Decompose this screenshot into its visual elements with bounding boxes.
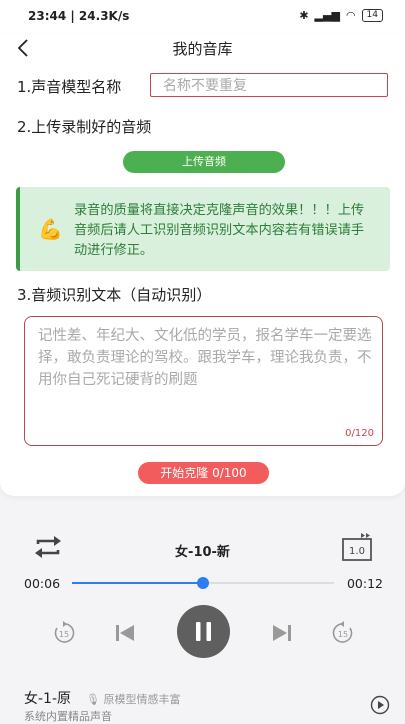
pause-icon: [196, 622, 211, 641]
speed-label: 1.0: [349, 546, 365, 557]
bluetooth-icon: ✱: [299, 9, 309, 22]
rewind-label: 15: [59, 630, 69, 639]
page-title: 我的音库: [172, 40, 233, 58]
progress-fill: [72, 582, 203, 584]
rewind-15-icon[interactable]: 15: [51, 620, 77, 646]
start-clone-button[interactable]: 开始克隆 0/100: [138, 462, 269, 484]
playback-speed-icon[interactable]: 1.0: [341, 532, 375, 562]
voice-item-tag-label: 原模型情感丰富: [103, 693, 181, 706]
microphone-icon: 🎙: [86, 693, 100, 706]
top-bar: 我的音库: [0, 34, 405, 64]
voice-item-tag: 🎙 原模型情感丰富: [86, 691, 180, 707]
next-icon[interactable]: [271, 623, 293, 643]
step2-label: 2.上传录制好的音频: [17, 118, 152, 136]
progress-thumb[interactable]: [197, 577, 209, 589]
status-bar: 23:44 | 24.3K/s ✱ ▂▄▆ ◠ 14: [0, 0, 405, 34]
system-icons: ✱ ▂▄▆ ◠ 14: [299, 9, 383, 22]
current-time: 00:06: [24, 576, 61, 591]
recognized-text-area[interactable]: 记性差、年纪大、文化低的学员，报名学车一定要选择，敢负责理论的驾校。跟我学车，理…: [24, 316, 383, 446]
battery-icon: 14: [361, 9, 383, 22]
wifi-icon: ◠: [345, 9, 356, 22]
voice-item-name[interactable]: 女-1-原: [24, 688, 71, 708]
quality-tip-box: 💪 录音的质量将直接决定克隆声音的效果！！！上传音频后请人工识别音频识别文本内容…: [16, 187, 390, 271]
pause-button[interactable]: [177, 605, 230, 658]
previous-icon[interactable]: [114, 623, 136, 643]
forward-15-icon[interactable]: 15: [330, 620, 356, 646]
voice-item-subtitle: 系统内置精品声音: [24, 710, 112, 723]
total-time: 00:12: [346, 576, 383, 591]
step3-label: 3.音频识别文本（自动识别）: [17, 286, 212, 304]
text-placeholder: 记性差、年纪大、文化低的学员，报名学车一定要选择，敢负责理论的驾校。跟我学车，理…: [38, 328, 372, 388]
voice-form-card: 我的音库 1.声音模型名称 名称不要重复 2.上传录制好的音频 上传音频 💪 录…: [0, 34, 405, 496]
play-preview-icon[interactable]: [370, 695, 390, 715]
step1-label: 1.声音模型名称: [17, 78, 122, 96]
forward-label: 15: [338, 630, 348, 639]
char-count: 0/120: [345, 428, 374, 439]
tip-text: 录音的质量将直接决定克隆声音的效果！！！上传音频后请人工识别音频识别文本内容若有…: [74, 203, 365, 258]
status-time: 23:44 | 24.3K/s: [28, 9, 130, 23]
flexed-arm-icon: 💪: [38, 217, 63, 241]
model-name-input[interactable]: 名称不要重复: [150, 73, 388, 97]
upload-audio-button[interactable]: 上传音频: [123, 151, 285, 173]
signal-icon: ▂▄▆: [314, 9, 340, 22]
